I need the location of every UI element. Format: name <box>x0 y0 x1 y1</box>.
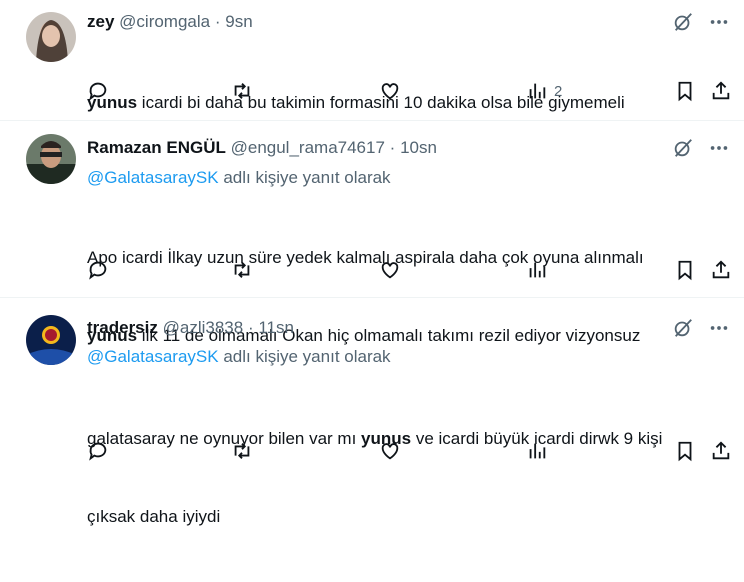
views-icon <box>529 262 546 278</box>
retweet-icon <box>234 443 250 459</box>
display-name[interactable]: zey <box>87 12 114 31</box>
tweet[interactable]: tradersiz @azli3838 · 11sn @GalatasarayS… <box>0 298 744 526</box>
display-name[interactable]: tradersiz <box>87 318 158 337</box>
share-button[interactable] <box>710 259 732 281</box>
tweet-header: tradersiz @azli3838 · 11sn <box>87 318 294 338</box>
share-icon <box>712 260 730 279</box>
reply-icon <box>89 82 107 101</box>
share-icon <box>712 441 730 460</box>
mention-link[interactable]: @GalatasaraySK <box>87 347 219 366</box>
bookmark-icon <box>678 260 692 281</box>
tweet-header: Ramazan ENGÜL @engul_rama74617 · 10sn <box>87 138 437 158</box>
retweet-button[interactable] <box>231 259 253 281</box>
handle[interactable]: @ciromgala <box>119 12 210 31</box>
retweet-icon <box>234 262 250 278</box>
reply-button[interactable] <box>87 440 109 462</box>
reply-context-text: adlı kişiye yanıt olarak <box>218 168 391 187</box>
separator-dot: · <box>389 138 396 157</box>
more-icon[interactable] <box>708 317 730 339</box>
tweet-header: zey @ciromgala · 9sn <box>87 12 253 32</box>
timestamp[interactable]: 9sn <box>225 12 252 31</box>
action-bar <box>0 440 744 464</box>
reply-icon <box>89 442 107 461</box>
share-button[interactable] <box>710 80 732 102</box>
handle[interactable]: @engul_rama74617 <box>231 138 385 157</box>
retweet-button[interactable] <box>231 440 253 462</box>
retweet-button[interactable] <box>231 80 253 102</box>
like-icon <box>381 83 399 100</box>
bookmark-button[interactable] <box>674 80 696 102</box>
reply-button[interactable] <box>87 80 109 102</box>
like-button[interactable] <box>379 259 401 281</box>
display-name[interactable]: Ramazan ENGÜL <box>87 138 226 157</box>
like-button[interactable] <box>379 80 401 102</box>
reply-icon <box>89 261 107 280</box>
views-icon <box>529 443 546 459</box>
bookmark-button[interactable] <box>674 440 696 462</box>
share-icon <box>712 81 730 100</box>
reply-context: @GalatasaraySK adlı kişiye yanıt olarak <box>87 168 391 188</box>
separator-dot: · <box>214 12 221 31</box>
like-button[interactable] <box>379 440 401 462</box>
avatar[interactable] <box>26 315 76 365</box>
avatar[interactable] <box>26 134 76 184</box>
retweet-icon <box>234 83 250 99</box>
bookmark-icon <box>678 81 692 102</box>
more-icon[interactable] <box>708 137 730 159</box>
tweet[interactable]: zey @ciromgala · 9sn yunus icardi bi dah… <box>0 0 744 121</box>
separator-dot: · <box>247 318 254 337</box>
reply-button[interactable] <box>87 259 109 281</box>
more-icon[interactable] <box>708 11 730 33</box>
reply-context: @GalatasaraySK adlı kişiye yanıt olarak <box>87 347 391 367</box>
mention-link[interactable]: @GalatasaraySK <box>87 168 219 187</box>
grok-icon[interactable] <box>672 317 694 339</box>
grok-icon[interactable] <box>672 11 694 33</box>
reply-context-text: adlı kişiye yanıt olarak <box>218 347 391 366</box>
views-count: 2 <box>554 82 563 100</box>
timestamp[interactable]: 11sn <box>258 318 294 337</box>
grok-icon[interactable] <box>672 137 694 159</box>
bookmark-button[interactable] <box>674 259 696 281</box>
handle[interactable]: @azli3838 <box>163 318 244 337</box>
like-icon <box>381 262 399 279</box>
tweet-text: galatasaray ne oynuyor bilen var mı yunu… <box>87 374 662 582</box>
views-icon <box>529 83 546 99</box>
views-button[interactable]: 2 <box>526 80 562 102</box>
tweet[interactable]: Ramazan ENGÜL @engul_rama74617 · 10sn @G… <box>0 121 744 345</box>
views-button[interactable] <box>526 440 548 462</box>
action-bar <box>0 259 744 283</box>
views-button[interactable] <box>526 259 548 281</box>
share-button[interactable] <box>710 440 732 462</box>
bookmark-icon <box>678 441 692 462</box>
timestamp[interactable]: 10sn <box>400 138 437 157</box>
avatar[interactable] <box>26 12 76 62</box>
action-bar: 2 <box>0 80 744 104</box>
tweet-line: çıksak daha iyiydi <box>87 507 221 526</box>
like-icon <box>381 443 399 460</box>
